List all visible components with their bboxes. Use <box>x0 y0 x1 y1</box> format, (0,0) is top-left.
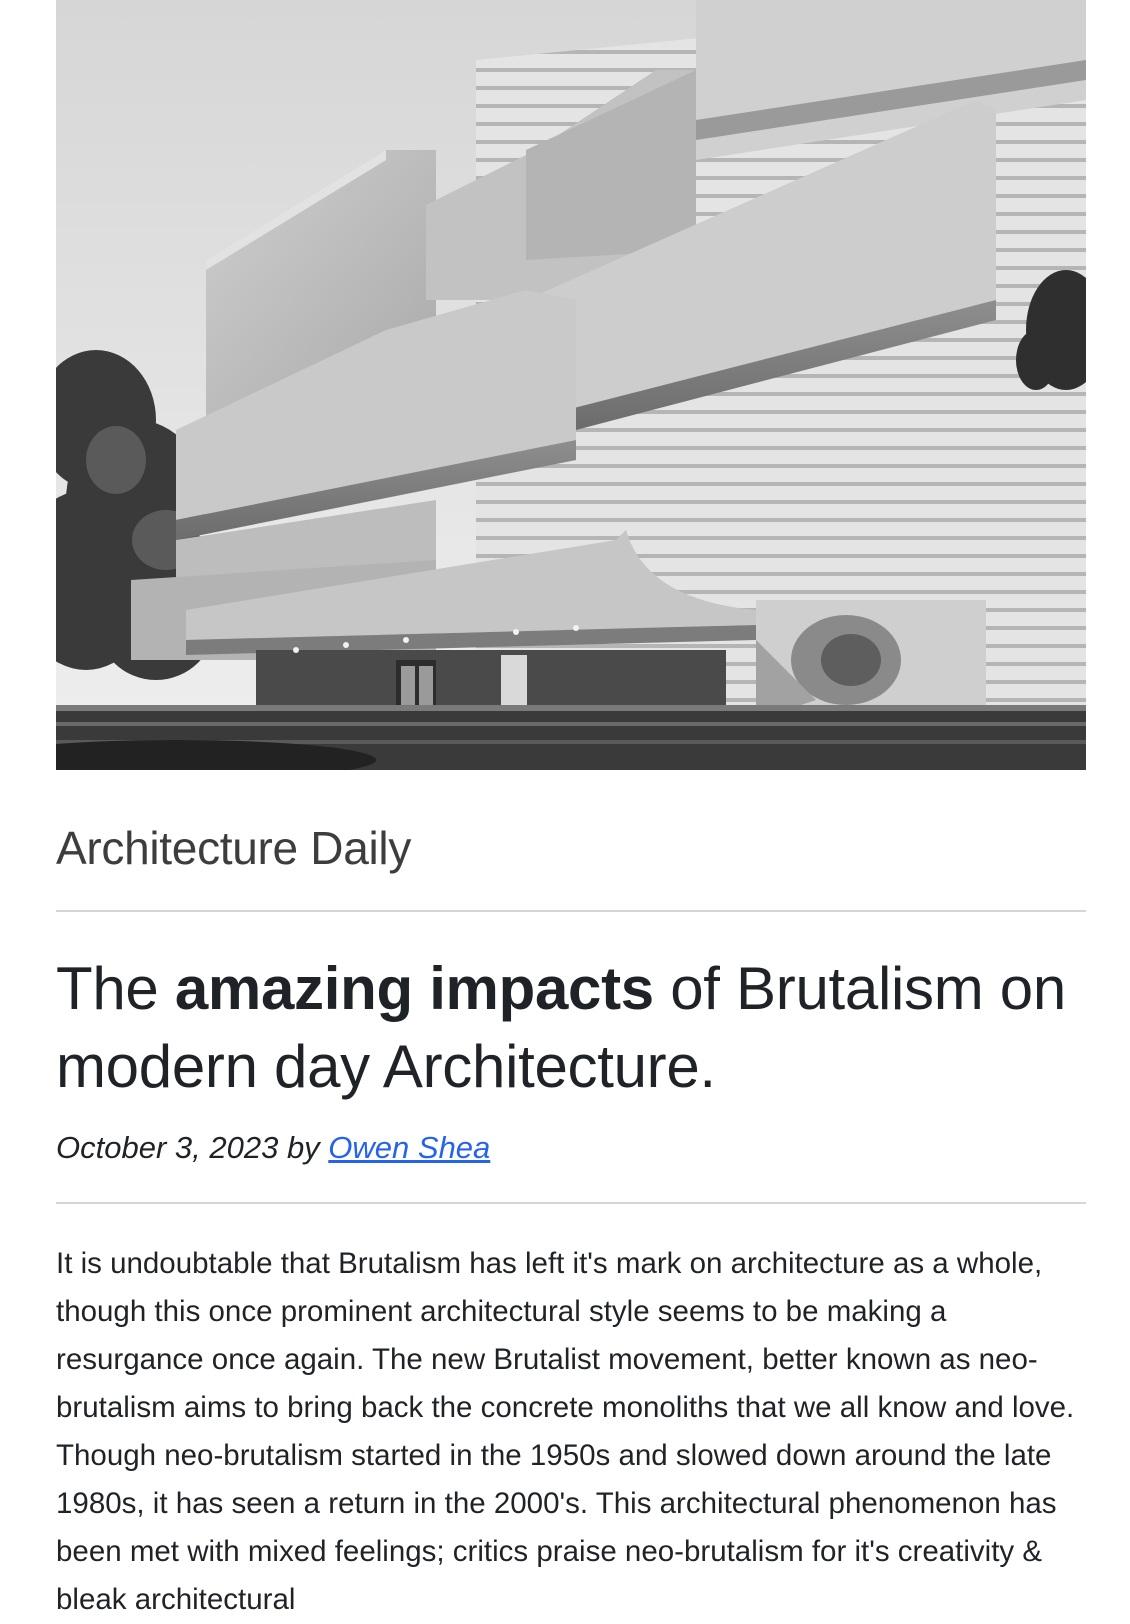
title-part-1: The <box>56 955 175 1022</box>
site-name: Architecture Daily <box>56 822 412 874</box>
article-title: The amazing impacts of Brutalism on mode… <box>56 950 1086 1106</box>
article-page: Architecture Daily The amazing impacts o… <box>56 0 1086 1624</box>
article-byline: October 3, 2023 by Owen Shea <box>56 1128 1086 1168</box>
article-body: It is undoubtable that Brutalism has lef… <box>56 1247 1075 1616</box>
divider <box>56 910 1086 912</box>
publish-date: October 3, 2023 <box>56 1130 279 1165</box>
byline-by: by <box>278 1130 329 1165</box>
title-emphasis: amazing impacts <box>174 955 654 1022</box>
author-link[interactable]: Owen Shea <box>328 1130 490 1165</box>
hero-image <box>56 0 1086 770</box>
divider <box>56 1202 1086 1204</box>
brutalist-building-photo <box>56 0 1086 770</box>
